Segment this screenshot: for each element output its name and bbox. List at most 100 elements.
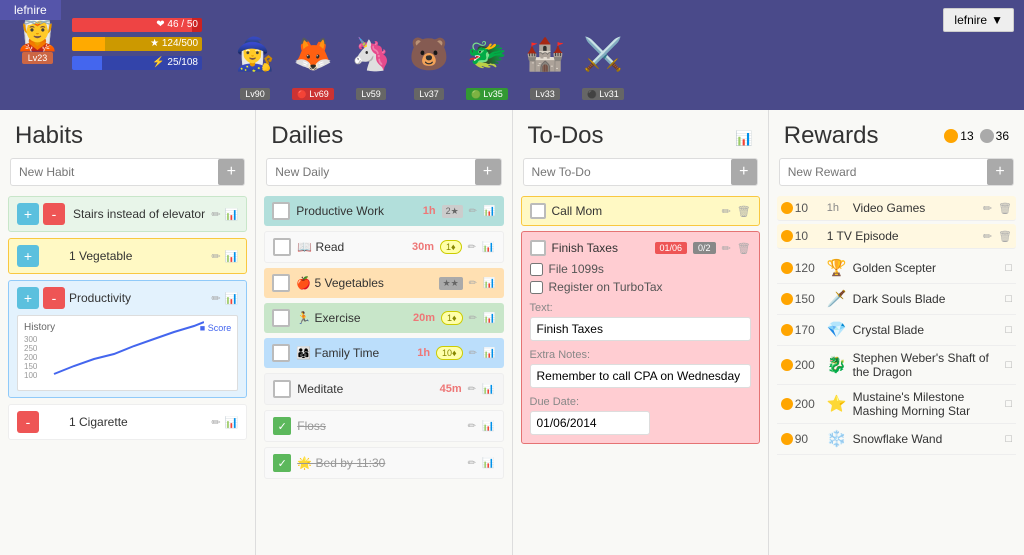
char-5[interactable]: 🐲 🟢Lv35 bbox=[462, 21, 512, 100]
daily-edit-icon[interactable]: ✏ bbox=[469, 206, 477, 217]
daily-bar-icon[interactable]: 📊 bbox=[482, 421, 494, 432]
daily-checkbox[interactable] bbox=[272, 344, 290, 362]
daily-checkbox[interactable]: ✓ bbox=[273, 454, 291, 472]
new-todo-input[interactable] bbox=[524, 159, 731, 185]
reward-select-icon[interactable]: □ bbox=[1005, 398, 1012, 410]
habit-name: Stairs instead of elevator bbox=[73, 207, 207, 221]
daily-checkbox[interactable] bbox=[272, 309, 290, 327]
daily-streak: 1♦ bbox=[441, 311, 463, 325]
habits-header: Habits bbox=[0, 110, 255, 158]
add-reward-button[interactable]: + bbox=[987, 159, 1013, 185]
reward-item: 170 💎 Crystal Blade □ bbox=[777, 315, 1016, 346]
todo-delete-icon[interactable]: 🗑 bbox=[737, 242, 751, 255]
daily-edit-icon[interactable]: ✏ bbox=[468, 384, 476, 395]
reward-name: Dark Souls Blade bbox=[853, 292, 1000, 306]
char-7[interactable]: ⚔️ ⚫Lv31 bbox=[578, 21, 628, 100]
daily-name: Floss bbox=[297, 419, 461, 433]
char-3[interactable]: 🦄 Lv59 bbox=[346, 21, 396, 100]
habit-plus-btn[interactable]: + bbox=[17, 203, 39, 225]
new-daily-input[interactable] bbox=[267, 159, 474, 185]
todo-date-field[interactable] bbox=[530, 411, 650, 435]
daily-bar-icon[interactable]: 📊 bbox=[483, 206, 495, 217]
habit-minus-btn[interactable]: - bbox=[43, 287, 65, 309]
daily-level-badge: 2★ bbox=[442, 205, 463, 218]
habit-bar-icon[interactable]: 📊 bbox=[225, 416, 239, 429]
reward-delete-icon[interactable]: 🗑 bbox=[998, 202, 1012, 215]
reward-select-icon[interactable]: □ bbox=[1005, 359, 1012, 371]
cost-gold-icon bbox=[781, 293, 793, 305]
habit-plus-btn[interactable]: + bbox=[17, 287, 39, 309]
habit-edit-icon[interactable]: ✏ bbox=[211, 416, 220, 429]
habit-bar-icon[interactable]: 📊 bbox=[225, 208, 239, 221]
add-habit-button[interactable]: + bbox=[218, 159, 244, 185]
reward-select-icon[interactable]: □ bbox=[1005, 324, 1012, 336]
cost-gold-icon bbox=[781, 359, 793, 371]
add-daily-button[interactable]: + bbox=[475, 159, 501, 185]
reward-edit-icon[interactable]: ✏ bbox=[983, 230, 992, 243]
habit-plus-btn[interactable]: + bbox=[17, 245, 39, 267]
reward-name: 1 TV Episode bbox=[827, 229, 977, 243]
char-1[interactable]: 🧙‍♀️ Lv90 bbox=[230, 21, 280, 100]
habit-edit-icon[interactable]: ✏ bbox=[211, 250, 220, 263]
habit-item: + - Productivity ✏ 📊 History ■ Score 300… bbox=[8, 280, 247, 398]
reward-cost: 10 bbox=[781, 201, 821, 215]
add-todo-button[interactable]: + bbox=[731, 159, 757, 185]
daily-level-badge: ★★ bbox=[439, 277, 463, 290]
daily-bar-icon[interactable]: 📊 bbox=[483, 348, 495, 359]
daily-checkbox[interactable] bbox=[272, 274, 290, 292]
reward-edit-icon[interactable]: ✏ bbox=[983, 202, 992, 215]
daily-edit-icon[interactable]: ✏ bbox=[469, 348, 477, 359]
daily-edit-icon[interactable]: ✏ bbox=[469, 278, 477, 289]
user-tab[interactable]: lefnire bbox=[0, 0, 61, 20]
todos-list: Call Mom ✏ 🗑 Finish Taxes 01/06 0/2 ✏ 🗑 … bbox=[513, 196, 768, 555]
char-4[interactable]: 🐻 Lv37 bbox=[404, 21, 454, 100]
habit-edit-icon[interactable]: ✏ bbox=[211, 208, 220, 221]
daily-edit-icon[interactable]: ✏ bbox=[468, 242, 476, 253]
daily-bar-icon[interactable]: 📊 bbox=[483, 278, 495, 289]
daily-edit-icon[interactable]: ✏ bbox=[468, 421, 476, 432]
new-reward-input[interactable] bbox=[780, 159, 987, 185]
daily-name: 👨‍👩‍👧 Family Time bbox=[296, 346, 411, 360]
reward-select-icon[interactable]: □ bbox=[1005, 433, 1012, 445]
stat-bars: ❤ 46 / 50 ★ 124/500 ⚡ 25/108 bbox=[72, 18, 202, 74]
daily-edit-icon[interactable]: ✏ bbox=[468, 458, 476, 469]
todo-notes-label: Extra Notes: bbox=[530, 349, 751, 361]
daily-bar-icon[interactable]: 📊 bbox=[482, 242, 494, 253]
reward-select-icon[interactable]: □ bbox=[1005, 262, 1012, 274]
daily-checkbox[interactable] bbox=[273, 238, 291, 256]
habit-edit-icon[interactable]: ✏ bbox=[211, 292, 220, 305]
new-habit-input[interactable] bbox=[11, 159, 218, 185]
habit-bar-icon[interactable]: 📊 bbox=[225, 292, 239, 305]
todo-checkbox[interactable] bbox=[530, 240, 546, 256]
habit-minus-btn[interactable]: - bbox=[17, 411, 39, 433]
daily-edit-icon[interactable]: ✏ bbox=[469, 313, 477, 324]
habit-name: Productivity bbox=[69, 291, 207, 305]
todo-notes-field[interactable] bbox=[530, 364, 751, 388]
todo-edit-icon[interactable]: ✏ bbox=[722, 242, 731, 255]
dropdown-arrow-icon: ▼ bbox=[991, 13, 1003, 27]
todo-text-field[interactable] bbox=[530, 317, 751, 341]
new-reward-input-row: + bbox=[779, 158, 1014, 186]
daily-checkbox[interactable] bbox=[272, 202, 290, 220]
reward-delete-icon[interactable]: 🗑 bbox=[998, 230, 1012, 243]
daily-bar-icon[interactable]: 📊 bbox=[482, 458, 494, 469]
daily-bar-icon[interactable]: 📊 bbox=[482, 384, 494, 395]
reward-item: 200 🐉 Stephen Weber's Shaft of the Drago… bbox=[777, 346, 1016, 385]
daily-bar-icon[interactable]: 📊 bbox=[483, 313, 495, 324]
daily-checkbox[interactable] bbox=[273, 380, 291, 398]
char-6[interactable]: 🏰 Lv33 bbox=[520, 21, 570, 100]
daily-name: 🌟 Bed by 11:30 bbox=[297, 456, 461, 470]
habit-minus-btn[interactable]: - bbox=[43, 203, 65, 225]
todo-edit-icon[interactable]: ✏ bbox=[722, 205, 731, 218]
habit-bar-icon[interactable]: 📊 bbox=[225, 250, 239, 263]
daily-checkbox[interactable]: ✓ bbox=[273, 417, 291, 435]
player-level-badge: Lv23 bbox=[22, 52, 54, 64]
subtask-checkbox-1[interactable] bbox=[530, 263, 543, 276]
subtask-checkbox-2[interactable] bbox=[530, 281, 543, 294]
user-dropdown[interactable]: lefnire ▼ bbox=[943, 8, 1014, 32]
daily-name: Productive Work bbox=[296, 204, 416, 218]
reward-select-icon[interactable]: □ bbox=[1005, 293, 1012, 305]
char-2[interactable]: 🦊 🔴Lv69 bbox=[288, 21, 338, 100]
todo-delete-icon[interactable]: 🗑 bbox=[737, 205, 751, 218]
todo-checkbox[interactable] bbox=[530, 203, 546, 219]
